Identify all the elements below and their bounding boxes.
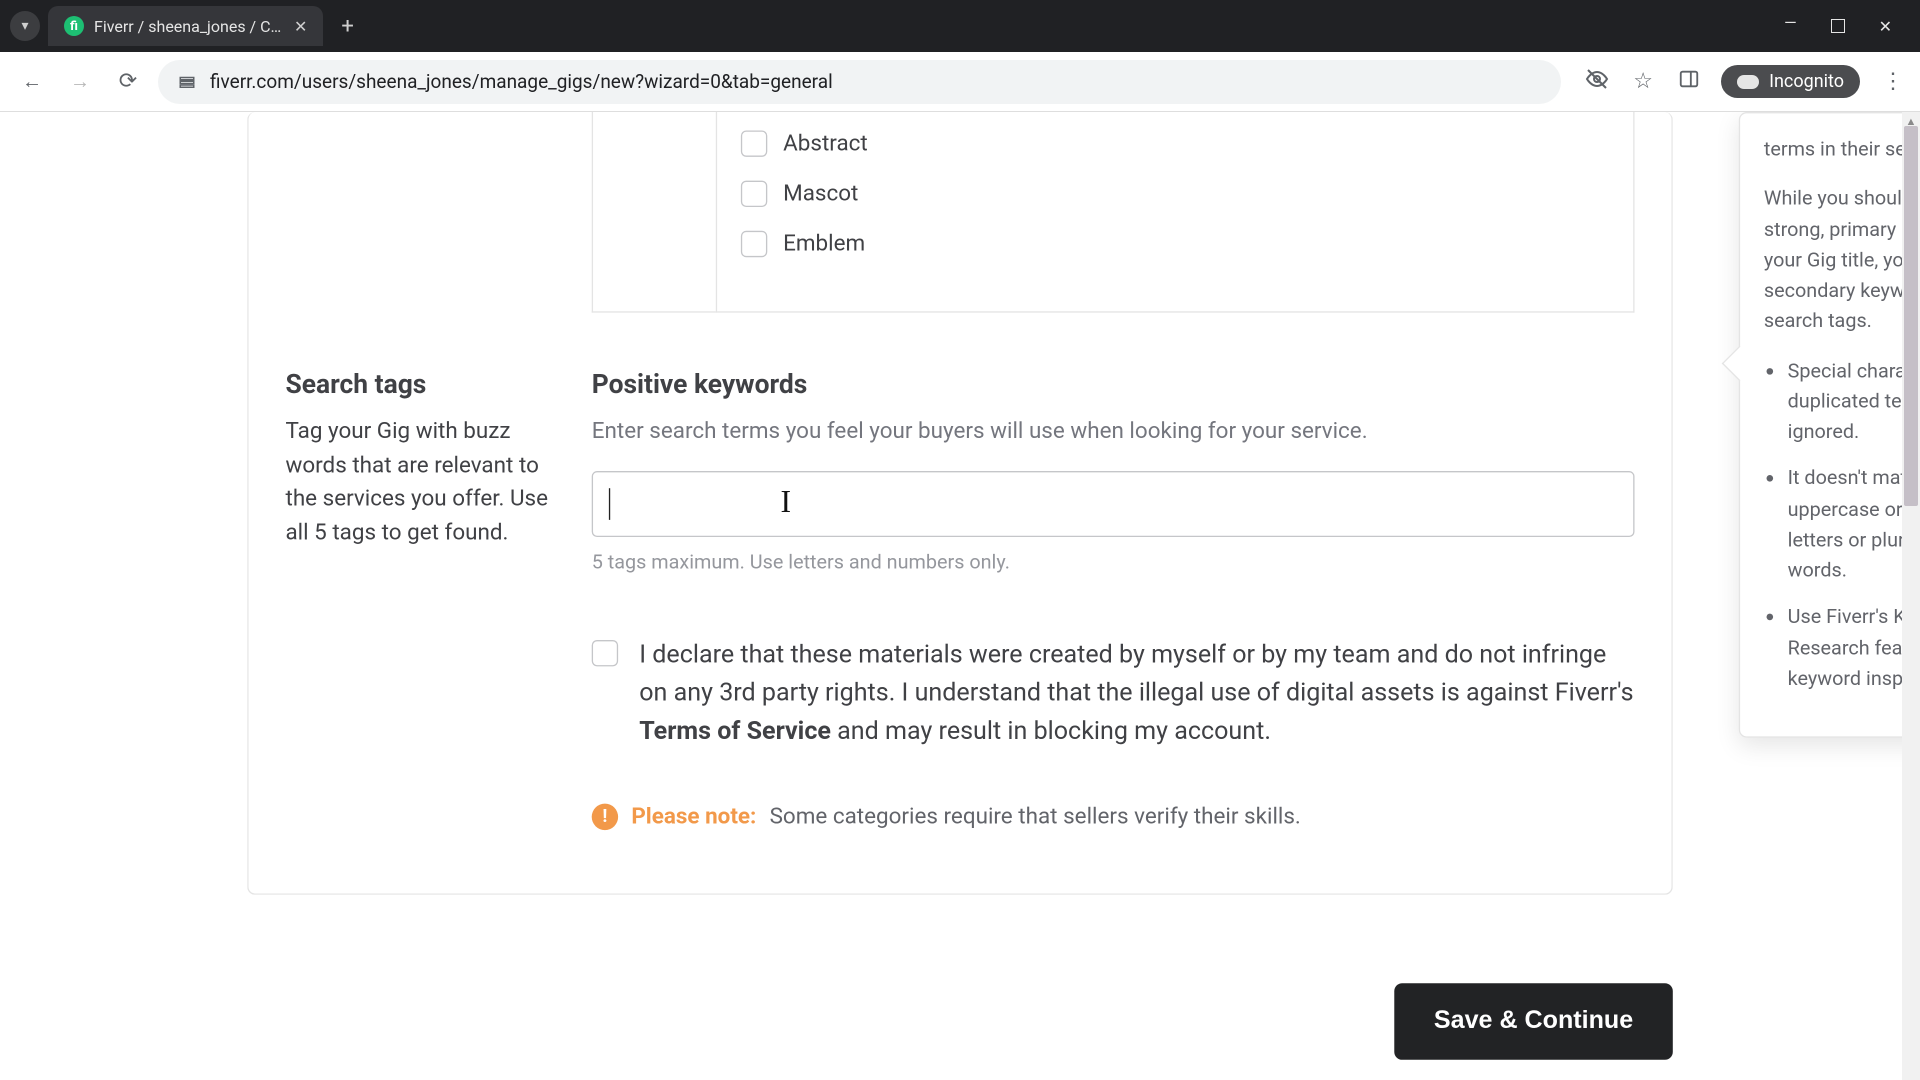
close-tab-icon[interactable]: ✕ bbox=[294, 17, 307, 36]
tab-favicon: fi bbox=[64, 16, 84, 36]
bookmark-star-icon[interactable]: ☆ bbox=[1629, 69, 1657, 94]
browser-chrome: ▾ fi Fiverr / sheena_jones / Create a ✕ … bbox=[0, 0, 1920, 112]
note-text: Some categories require that sellers ver… bbox=[770, 803, 1301, 829]
incognito-icon bbox=[1737, 75, 1759, 89]
positive-keywords-description: Enter search terms you feel your buyers … bbox=[592, 416, 1635, 450]
window-close-button[interactable]: ✕ bbox=[1879, 17, 1892, 36]
metadata-option-emblem[interactable]: Emblem bbox=[741, 231, 1610, 257]
forward-button[interactable]: → bbox=[62, 64, 98, 100]
back-button[interactable]: ← bbox=[14, 64, 50, 100]
gig-form-card: Abstract Mascot Emblem bbox=[247, 112, 1673, 895]
tip-paragraph: While you should include strong, primary… bbox=[1764, 184, 1920, 337]
checkbox[interactable] bbox=[741, 130, 767, 156]
positive-keywords-input[interactable]: I bbox=[592, 470, 1635, 536]
positive-keywords-heading: Positive keywords bbox=[592, 368, 1635, 400]
address-bar[interactable]: fiverr.com/users/sheena_jones/manage_gig… bbox=[158, 60, 1561, 104]
browser-menu-button[interactable]: ⋮ bbox=[1878, 69, 1906, 94]
checkbox[interactable] bbox=[741, 181, 767, 207]
info-icon: ! bbox=[592, 803, 618, 829]
tab-title: Fiverr / sheena_jones / Create a bbox=[94, 17, 284, 36]
window-maximize-button[interactable] bbox=[1831, 19, 1845, 33]
metadata-options-panel: Abstract Mascot Emblem bbox=[716, 112, 1635, 313]
site-info-icon[interactable] bbox=[176, 71, 198, 93]
metadata-option-abstract[interactable]: Abstract bbox=[741, 130, 1610, 156]
tip-bullet: Special characters and duplicated terms … bbox=[1788, 356, 1920, 448]
metadata-option-mascot[interactable]: Mascot bbox=[741, 181, 1610, 207]
metadata-category-box: Abstract Mascot Emblem bbox=[592, 112, 1635, 313]
browser-tab[interactable]: fi Fiverr / sheena_jones / Create a ✕ bbox=[48, 6, 323, 46]
metadata-category-left-panel bbox=[592, 112, 716, 313]
save-continue-button[interactable]: Save & Continue bbox=[1394, 983, 1672, 1060]
incognito-label: Incognito bbox=[1769, 71, 1844, 92]
note-label: Please note: bbox=[631, 803, 756, 829]
declaration-checkbox[interactable] bbox=[592, 639, 618, 665]
new-tab-button[interactable]: + bbox=[341, 14, 353, 39]
eye-off-icon[interactable] bbox=[1583, 67, 1611, 97]
terms-of-service-link[interactable]: Terms of Service bbox=[639, 716, 831, 746]
checkbox[interactable] bbox=[741, 231, 767, 257]
option-label: Abstract bbox=[783, 130, 868, 156]
tip-intro-tail: terms in their searches. bbox=[1764, 134, 1920, 165]
option-label: Mascot bbox=[783, 181, 858, 207]
keywords-tip-tooltip: terms in their searches. While you shoul… bbox=[1739, 112, 1920, 738]
chevron-down-icon: ▾ bbox=[21, 18, 28, 34]
search-tags-heading: Search tags bbox=[285, 368, 554, 400]
tip-bullet: Use Fiverr's Keyword Research feature fo… bbox=[1788, 602, 1920, 694]
tab-search-button[interactable]: ▾ bbox=[10, 11, 40, 41]
tip-bullet: It doesn't matter if you use uppercase o… bbox=[1788, 463, 1920, 586]
reload-button[interactable]: ⟳ bbox=[110, 64, 146, 100]
text-cursor-icon: I bbox=[780, 485, 791, 521]
page-scrollbar[interactable]: ▲ bbox=[1902, 112, 1920, 1080]
declaration-text: I declare that these materials were crea… bbox=[639, 634, 1634, 751]
option-label: Emblem bbox=[783, 231, 865, 257]
positive-keywords-hint: 5 tags maximum. Use letters and numbers … bbox=[592, 550, 1635, 574]
incognito-indicator[interactable]: Incognito bbox=[1721, 65, 1860, 98]
window-minimize-button[interactable]: — bbox=[1784, 13, 1797, 32]
side-panel-icon[interactable] bbox=[1675, 68, 1703, 96]
text-caret bbox=[609, 488, 610, 520]
scrollbar-thumb[interactable] bbox=[1904, 126, 1918, 506]
search-tags-description: Tag your Gig with buzz words that are re… bbox=[285, 416, 554, 551]
url-text: fiverr.com/users/sheena_jones/manage_gig… bbox=[210, 70, 833, 93]
